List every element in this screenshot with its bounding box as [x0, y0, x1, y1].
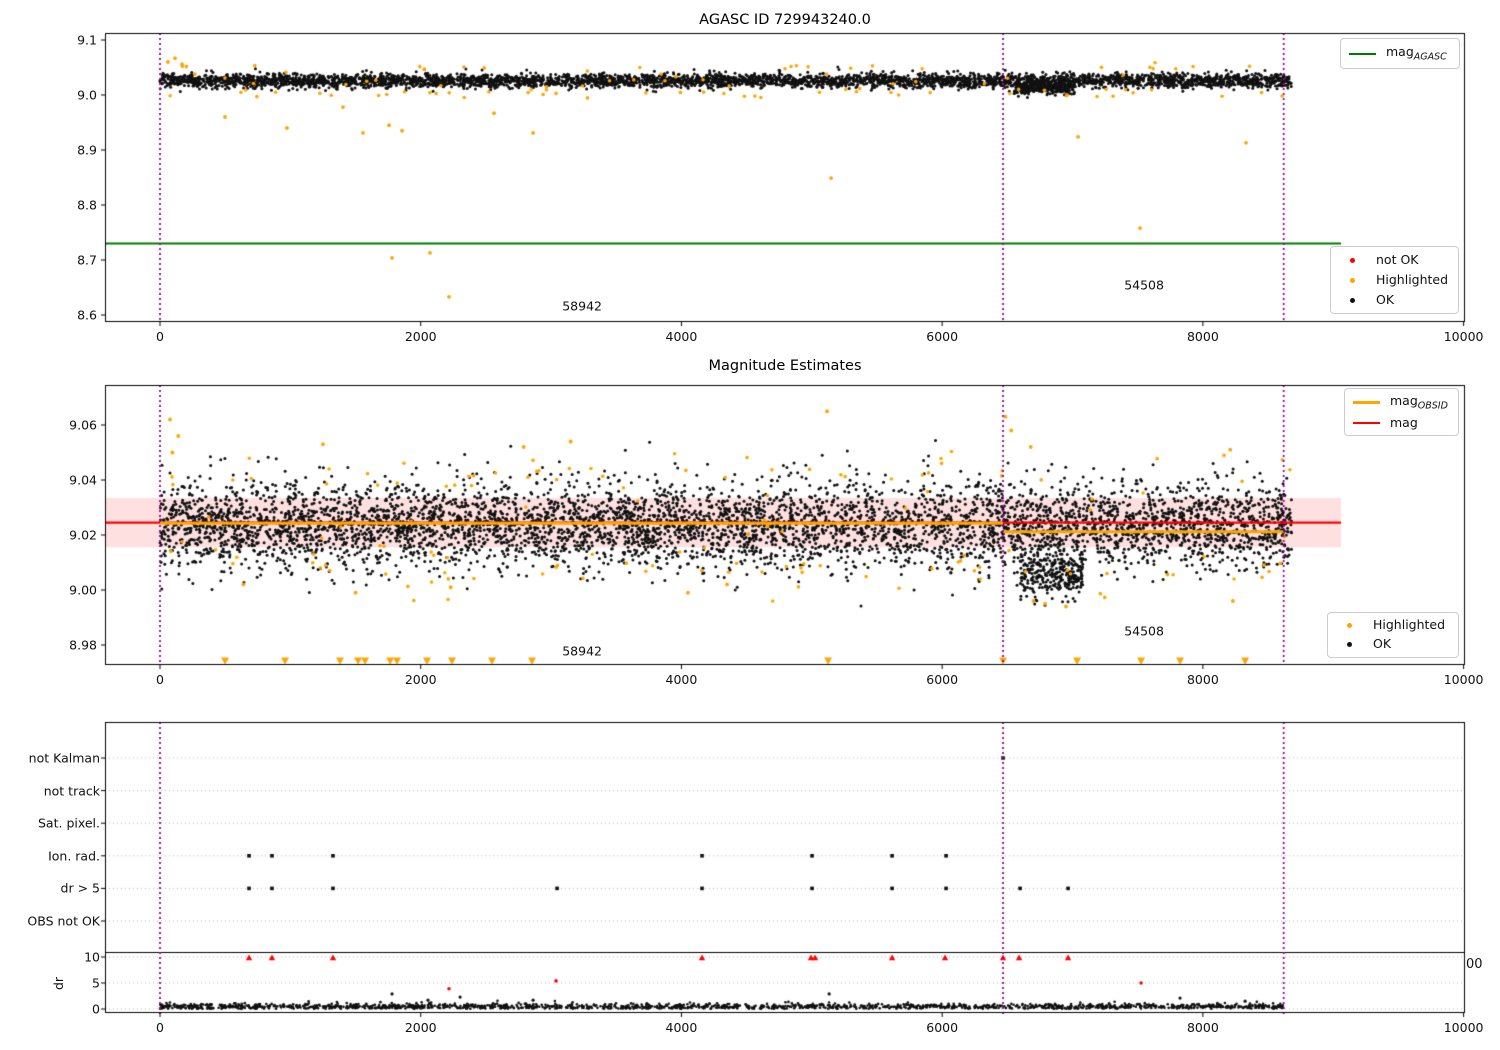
y-tick-label: 9.0: [77, 87, 97, 103]
orange-dot-sample-icon: [1350, 277, 1355, 283]
x-tick-label: 0: [156, 1020, 164, 1035]
legend-row-ok: OK: [1339, 291, 1448, 310]
legend-label-highlighted: Highlighted: [1376, 271, 1449, 287]
legend-label-not-ok: not OK: [1376, 251, 1419, 267]
red-line-sample-icon: [1353, 422, 1380, 425]
y-tick-label: 8.6: [77, 307, 97, 323]
legend-markers-panel1: not OK Highlighted OK: [1330, 246, 1459, 314]
legend-row-highlighted2: Highlighted: [1336, 616, 1448, 635]
x-tick-label: 10000: [1443, 672, 1484, 687]
legend-row-mag-obsid: magOBSID: [1353, 392, 1448, 414]
legend-mag-agasc: magAGASC: [1340, 38, 1460, 69]
legend-row-mag: mag: [1353, 414, 1448, 433]
obsid-label: 54508: [1124, 277, 1164, 293]
x-tick-label: 6000: [926, 672, 959, 687]
flag-category-label: dr > 5: [60, 880, 100, 896]
orange-dot-sample-icon: [1347, 623, 1352, 628]
x-tick-label: 0: [156, 672, 164, 687]
legend-markers-panel2: Highlighted OK: [1327, 612, 1459, 658]
flag-category-label: Ion. rad.: [48, 848, 100, 864]
x-tick-label: 4000: [665, 1020, 698, 1035]
legend-row-ok2: OK: [1336, 635, 1448, 654]
panel2-title: Magnitude Estimates: [708, 358, 862, 374]
x-tick-label: 4000: [665, 672, 698, 687]
y-tick-label: 8.9: [77, 142, 97, 158]
obsid-label: 54508: [1124, 623, 1164, 639]
flag-category-label: Sat. pixel.: [38, 815, 100, 831]
black-dot-sample-icon: [1350, 297, 1355, 303]
x-tick-label: 4000: [665, 329, 698, 344]
x-tick-label: 2000: [404, 329, 437, 344]
x-tick-label: 10000: [1443, 1020, 1484, 1035]
y-tick-label: 9.04: [69, 472, 97, 488]
clipped-tick-label: 00: [1466, 957, 1483, 972]
flag-category-label: not Kalman: [28, 750, 100, 766]
y-tick-label: 8.7: [77, 252, 97, 268]
obsid-label: 58942: [562, 643, 602, 658]
legend-label-mag-obsid: magOBSID: [1390, 393, 1448, 412]
orange-line-sample-icon: [1353, 401, 1380, 405]
y-tick-label: 9.00: [69, 582, 97, 598]
legend-label-ok: OK: [1376, 291, 1395, 307]
y-tick-label: 8.8: [77, 197, 97, 213]
x-tick-label: 6000: [926, 1020, 959, 1035]
black-dot-sample-icon: [1347, 642, 1352, 647]
dr-tick-label: 10: [84, 949, 100, 965]
dr-tick-label: 5: [92, 975, 100, 991]
x-tick-label: 0: [156, 329, 164, 344]
y-tick-label: 8.98: [69, 637, 97, 653]
x-tick-label: 6000: [926, 329, 959, 344]
panel1-title: AGASC ID 729943240.0: [699, 12, 871, 28]
flag-category-label: OBS not OK: [27, 913, 100, 929]
legend-row-mag-agasc: magAGASC: [1349, 43, 1449, 65]
green-line-sample-icon: [1349, 52, 1376, 55]
legend-row-highlighted: Highlighted: [1339, 271, 1448, 290]
dr-axis-label: dr: [51, 976, 67, 991]
figure: AGASC ID 729943240.0 Magnitude Estimates…: [0, 0, 1500, 1050]
legend-label-ok2: OK: [1373, 636, 1392, 652]
legend-mag-lines-panel2: magOBSID mag: [1344, 388, 1459, 436]
legend-label-mag: mag: [1390, 414, 1418, 430]
legend-row-not-ok: not OK: [1339, 251, 1448, 270]
legend-label-mag-agasc: magAGASC: [1386, 43, 1447, 63]
x-tick-label: 8000: [1186, 329, 1219, 344]
legend-label-highlighted2: Highlighted: [1373, 617, 1446, 633]
red-dot-sample-icon: [1350, 257, 1355, 263]
figure-canvas: [0, 0, 1500, 1050]
x-tick-label: 2000: [404, 1020, 437, 1035]
y-tick-label: 9.02: [69, 527, 97, 543]
x-tick-label: 2000: [404, 672, 437, 687]
y-tick-label: 9.06: [69, 417, 97, 433]
x-tick-label: 10000: [1443, 329, 1484, 344]
dr-tick-label: 0: [92, 1001, 100, 1017]
x-tick-label: 8000: [1186, 672, 1219, 687]
y-tick-label: 9.1: [77, 32, 97, 48]
obsid-label: 58942: [562, 298, 602, 314]
flag-category-label: not track: [43, 783, 100, 799]
x-tick-label: 8000: [1186, 1020, 1219, 1035]
